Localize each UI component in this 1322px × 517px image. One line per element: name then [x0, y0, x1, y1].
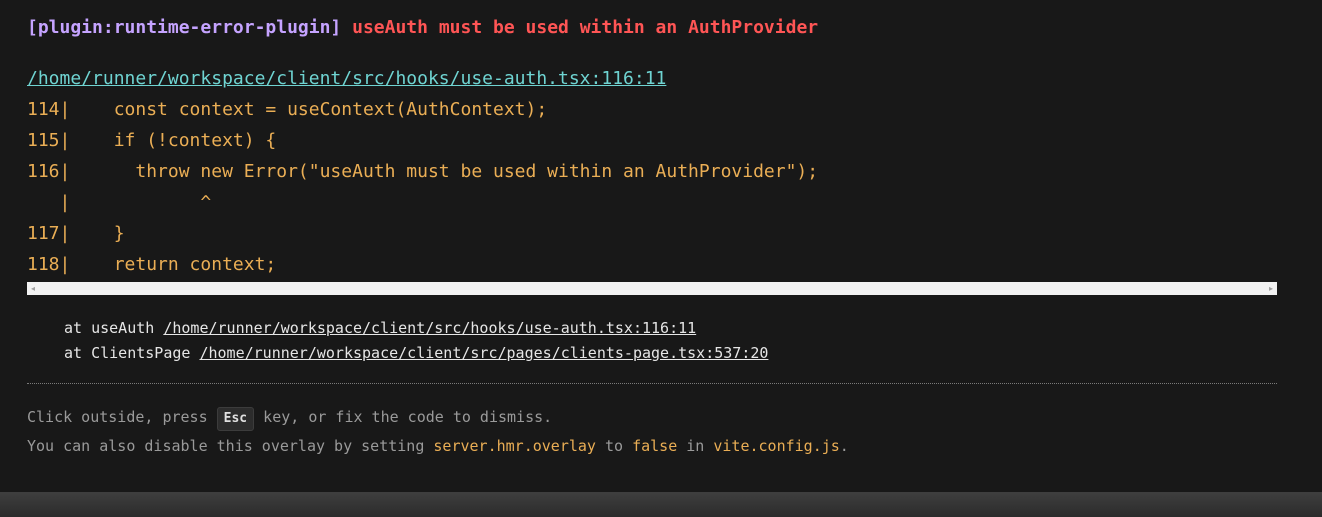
error-overlay[interactable]: [plugin:runtime-error-plugin] useAuth mu…: [0, 0, 1322, 492]
dismiss-tip: Click outside, press Esc key, or fix the…: [27, 403, 849, 461]
tip-line-dismiss: Click outside, press Esc key, or fix the…: [27, 403, 849, 432]
stack-frame: at useAuth /home/runner/workspace/client…: [64, 316, 768, 341]
tip-text: You can also disable this overlay by set…: [27, 437, 434, 455]
scroll-right-icon[interactable]: ▸: [1265, 282, 1277, 295]
code-line: 114| const context = useContext(AuthCont…: [27, 99, 548, 120]
code-line: 116| throw new Error("useAuth must be us…: [27, 161, 819, 182]
tip-text: Click outside, press: [27, 408, 217, 426]
plugin-label: [plugin:runtime-error-plugin]: [27, 17, 342, 38]
code-line-caret: | ^: [27, 192, 212, 213]
stack-frame-prefix: at ClientsPage: [64, 344, 200, 362]
horizontal-scrollbar[interactable]: ◂ ▸: [27, 282, 1277, 295]
stack-frame-link[interactable]: /home/runner/workspace/client/src/pages/…: [199, 344, 768, 362]
code-line: 117| }: [27, 223, 125, 244]
error-file-link[interactable]: /home/runner/workspace/client/src/hooks/…: [27, 68, 666, 89]
config-file: vite.config.js: [713, 437, 840, 455]
tip-text: in: [677, 437, 714, 455]
divider: [27, 383, 1277, 384]
esc-key: Esc: [216, 407, 255, 431]
tip-text: .: [839, 437, 849, 455]
code-line: 115| if (!context) {: [27, 130, 277, 151]
stack-trace: at useAuth /home/runner/workspace/client…: [64, 316, 768, 366]
config-value: false: [632, 437, 678, 455]
backdrop-strip: [0, 492, 1322, 517]
config-key: server.hmr.overlay: [433, 437, 596, 455]
error-text: useAuth must be used within an AuthProvi…: [352, 17, 819, 38]
tip-line-config: You can also disable this overlay by set…: [27, 432, 849, 461]
stack-frame-prefix: at useAuth: [64, 319, 164, 337]
code-frame: 114| const context = useContext(AuthCont…: [27, 94, 1277, 280]
error-message: [plugin:runtime-error-plugin] useAuth mu…: [27, 17, 818, 38]
stack-frame: at ClientsPage /home/runner/workspace/cl…: [64, 341, 768, 366]
scroll-left-icon[interactable]: ◂: [27, 282, 39, 295]
tip-text: to: [595, 437, 633, 455]
code-line: 118| return context;: [27, 254, 277, 275]
stack-frame-link[interactable]: /home/runner/workspace/client/src/hooks/…: [163, 319, 696, 337]
tip-text: key, or fix the code to dismiss.: [254, 408, 553, 426]
